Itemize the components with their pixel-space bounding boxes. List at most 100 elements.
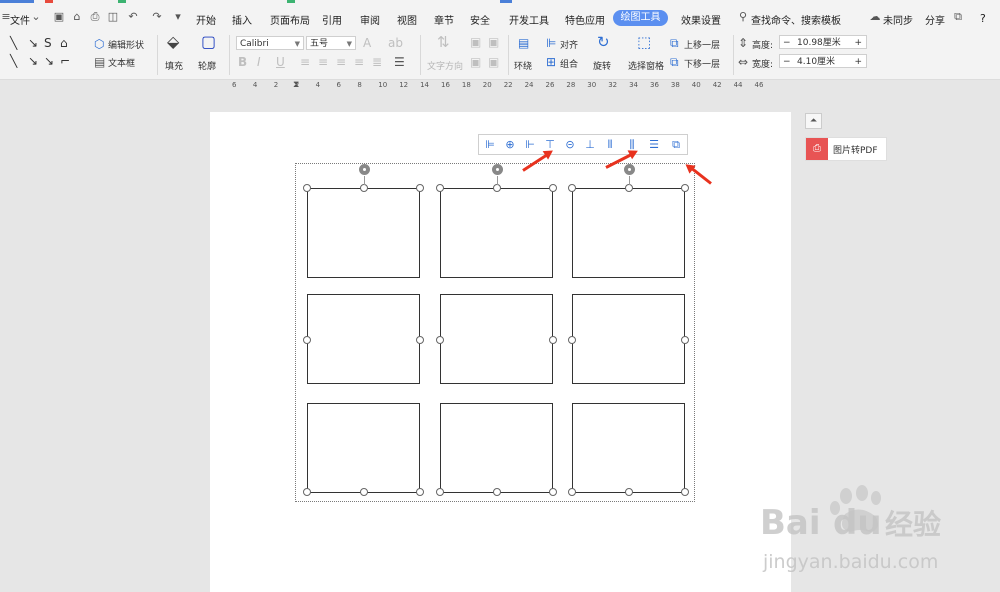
rectangle-shape[interactable] <box>440 188 553 278</box>
resize-handle[interactable] <box>303 336 311 344</box>
resize-handle[interactable] <box>416 488 424 496</box>
height-field[interactable]: − 10.98厘米 + <box>779 35 867 49</box>
align-button[interactable]: 对齐 <box>560 38 578 51</box>
tab-home[interactable]: 开始 <box>196 12 216 27</box>
resize-handle[interactable] <box>359 184 368 192</box>
width-value[interactable]: 4.10厘米 <box>797 55 835 69</box>
customize-icon[interactable]: ▾ <box>172 11 184 23</box>
redo-icon[interactable]: ↷ <box>151 11 163 23</box>
tab-review[interactable]: 审阅 <box>360 12 380 27</box>
height-increment[interactable]: + <box>854 36 862 50</box>
resize-handle[interactable] <box>549 488 557 496</box>
resize-handle[interactable] <box>303 184 311 192</box>
text-direction-button[interactable]: 文字方向 <box>427 59 463 72</box>
rectangle-shape[interactable] <box>572 188 685 278</box>
align-center-icon[interactable]: ≡ <box>318 56 328 68</box>
resize-handle[interactable] <box>568 488 576 496</box>
justify-icon[interactable]: ≡ <box>354 56 364 68</box>
outline-button[interactable]: 轮廓 <box>198 59 216 72</box>
freeform-shape-icon[interactable]: ⌂ <box>60 37 68 49</box>
resize-handle[interactable] <box>416 184 424 192</box>
format-painter-icon[interactable]: ⌂ <box>71 11 83 23</box>
resize-handle[interactable] <box>624 488 633 496</box>
distribute-vertical-icon[interactable]: ☰ <box>647 138 661 152</box>
group-icon[interactable]: ⧉ <box>669 138 683 152</box>
line-shape-icon[interactable]: ╲ <box>10 55 17 67</box>
line-spacing-icon[interactable]: ☰ <box>394 56 405 68</box>
resize-handle[interactable] <box>681 488 689 496</box>
resize-handle[interactable] <box>549 184 557 192</box>
text-fit-icon[interactable]: ▣ <box>470 56 481 68</box>
align-middle-icon[interactable]: ⊝ <box>563 138 577 152</box>
distribute-horizontal-icon[interactable]: ⦀ <box>603 138 617 152</box>
resize-handle[interactable] <box>436 488 444 496</box>
rotate-handle-icon[interactable] <box>623 164 635 175</box>
tab-security[interactable]: 安全 <box>470 12 490 27</box>
distribute-icon[interactable]: ≣ <box>372 56 382 68</box>
resize-handle[interactable] <box>436 184 444 192</box>
tab-special[interactable]: 特色应用 <box>565 12 605 27</box>
align-left-icon[interactable]: ≡ <box>300 56 310 68</box>
fill-button[interactable]: 填充 <box>165 59 183 72</box>
resize-handle[interactable] <box>681 336 689 344</box>
tab-effects[interactable]: 效果设置 <box>681 12 721 27</box>
highlight-icon[interactable]: ab <box>388 37 403 49</box>
align-right-icon[interactable]: ⊩ <box>523 138 537 152</box>
rectangle-shape[interactable] <box>307 403 420 493</box>
curve-shape-icon[interactable]: S <box>44 37 52 49</box>
bring-forward-button[interactable]: 上移一层 <box>684 38 720 51</box>
resize-handle[interactable] <box>416 336 424 344</box>
shape-gallery[interactable]: ╲ ↘ S ⌂ ╲ ↘ ↘ ⌐ <box>2 35 78 71</box>
rotate-button[interactable]: 旋转 <box>593 59 611 72</box>
selection-pane-button[interactable]: 选择窗格 <box>628 59 664 72</box>
text-wrap-icon[interactable]: ▣ <box>488 56 499 68</box>
text-align-mid-icon[interactable]: ▣ <box>488 36 499 48</box>
italic-icon[interactable]: I <box>257 56 261 68</box>
print-preview-icon[interactable]: ◫ <box>107 11 119 23</box>
resize-handle[interactable] <box>436 336 444 344</box>
chevron-down-icon[interactable]: ⌄ <box>30 11 42 23</box>
align-bottom-icon[interactable]: ⊥ <box>583 138 597 152</box>
double-arrow-shape-icon[interactable]: ↘ <box>44 55 54 67</box>
rotate-handle-icon[interactable] <box>491 164 503 175</box>
tab-drawing-tools[interactable]: 绘图工具 <box>613 10 668 26</box>
width-field[interactable]: − 4.10厘米 + <box>779 54 867 68</box>
sync-status[interactable]: 未同步 <box>883 12 913 27</box>
bold-icon[interactable]: B <box>238 56 247 68</box>
line-shape-icon[interactable]: ╲ <box>10 37 17 49</box>
command-search[interactable]: 查找命令、搜索模板 <box>751 12 841 27</box>
resize-handle[interactable] <box>359 488 368 496</box>
resize-handle[interactable] <box>624 184 633 192</box>
width-increment[interactable]: + <box>854 55 862 69</box>
undo-icon[interactable]: ↶ <box>127 11 139 23</box>
tab-section[interactable]: 章节 <box>434 12 454 27</box>
align-left-icon[interactable]: ⊫ <box>483 138 497 152</box>
resize-handle[interactable] <box>568 336 576 344</box>
rotate-handle-icon[interactable] <box>358 164 370 175</box>
horizontal-ruler[interactable]: 6 4 2 2 4 6 8 10 12 14 16 18 20 22 24 26 28 30 32 34 36 38 40 4… <box>0 80 1000 93</box>
rectangle-shape[interactable] <box>440 294 553 384</box>
resize-handle[interactable] <box>492 488 501 496</box>
rectangle-shape[interactable] <box>572 294 685 384</box>
rectangle-shape[interactable] <box>307 188 420 278</box>
align-center-horizontal-icon[interactable]: ⊕ <box>503 138 517 152</box>
rectangle-shape[interactable] <box>307 294 420 384</box>
rectangle-shape[interactable] <box>572 403 685 493</box>
tab-insert[interactable]: 插入 <box>232 12 252 27</box>
print-icon[interactable]: ⎙ <box>89 11 101 23</box>
image-to-pdf-button[interactable]: ⎙ 图片转PDF <box>805 137 887 161</box>
underline-icon[interactable]: U <box>276 56 285 68</box>
group-button[interactable]: 组合 <box>560 57 578 70</box>
resize-handle[interactable] <box>681 184 689 192</box>
help-button[interactable]: ? <box>980 12 986 25</box>
align-right-icon[interactable]: ≡ <box>336 56 346 68</box>
resize-handle[interactable] <box>568 184 576 192</box>
elbow-shape-icon[interactable]: ⌐ <box>60 55 70 67</box>
arrow-shape-icon[interactable]: ↘ <box>28 55 38 67</box>
tab-references[interactable]: 引用 <box>322 12 342 27</box>
indent-marker-icon[interactable]: ⧗ <box>293 80 299 90</box>
height-decrement[interactable]: − <box>783 36 791 50</box>
tab-view[interactable]: 视图 <box>397 12 417 27</box>
wrap-button[interactable]: 环绕 <box>514 59 532 72</box>
text-align-top-icon[interactable]: ▣ <box>470 36 481 48</box>
